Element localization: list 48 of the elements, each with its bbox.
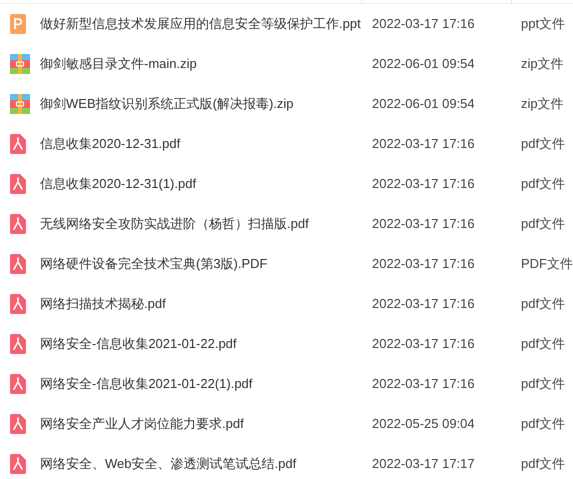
pdf-file-icon xyxy=(10,294,26,314)
modified-date: 2022-03-17 17:16 xyxy=(372,255,476,274)
file-type: zip文件 xyxy=(521,95,564,114)
modified-date: 2022-06-01 09:54 xyxy=(372,55,476,74)
pdf-file-icon xyxy=(10,454,26,474)
presentation-file-icon xyxy=(10,14,26,34)
pdf-file-icon xyxy=(10,334,26,354)
modified-date: 2022-03-17 17:16 xyxy=(372,15,476,34)
file-name: 信息收集2020-12-31(1).pdf xyxy=(40,175,198,194)
file-name: 网络硬件设备完全技术宝典(第3版).PDF xyxy=(40,255,268,274)
file-type: pdf文件 xyxy=(521,215,566,234)
file-name: 网络安全-信息收集2021-01-22.pdf xyxy=(40,335,238,354)
file-type: pdf文件 xyxy=(521,335,566,354)
file-name: 做好新型信息技术发展应用的信息安全等级保护工作.ppt xyxy=(40,15,362,34)
file-name: 网络安全产业人才岗位能力要求.pdf xyxy=(40,415,245,434)
file-type: PDF文件 xyxy=(521,255,573,274)
modified-date: 2022-06-01 09:54 xyxy=(372,95,476,114)
file-name: 御剑敏感目录文件-main.zip xyxy=(40,55,198,74)
modified-date: 2022-03-17 17:16 xyxy=(372,335,476,354)
modified-date: 2022-03-17 17:16 xyxy=(372,215,476,234)
file-type: pdf文件 xyxy=(521,135,566,154)
file-type: pdf文件 xyxy=(521,175,566,194)
modified-date: 2022-05-25 09:04 xyxy=(372,415,476,434)
modified-date: 2022-03-17 17:16 xyxy=(372,135,476,154)
file-name: 信息收集2020-12-31.pdf xyxy=(40,135,182,154)
file-type: ppt文件 xyxy=(521,15,566,34)
file-name: 网络安全、Web安全、渗透测试笔试总结.pdf xyxy=(40,455,298,474)
file-name: 网络扫描技术揭秘.pdf xyxy=(40,295,167,314)
file-type: pdf文件 xyxy=(521,455,566,474)
archive-file-icon xyxy=(10,54,30,74)
modified-date: 2022-03-17 17:16 xyxy=(372,375,476,394)
file-type: pdf文件 xyxy=(521,375,566,394)
pdf-file-icon xyxy=(10,174,26,194)
file-name: 网络安全-信息收集2021-01-22(1).pdf xyxy=(40,375,254,394)
file-type: zip文件 xyxy=(521,55,564,74)
pdf-file-icon xyxy=(10,214,26,234)
pdf-file-icon xyxy=(10,134,26,154)
file-name: 无线网络安全攻防实战进阶（杨哲）扫描版.pdf xyxy=(40,215,310,234)
file-type: pdf文件 xyxy=(521,415,566,434)
pdf-file-icon xyxy=(10,254,26,274)
pdf-file-icon xyxy=(10,374,26,394)
modified-date: 2022-03-17 17:17 xyxy=(372,455,476,474)
modified-date: 2022-03-17 17:16 xyxy=(372,295,476,314)
file-type: pdf文件 xyxy=(521,295,566,314)
pdf-file-icon xyxy=(10,414,26,434)
modified-date: 2022-03-17 17:16 xyxy=(372,175,476,194)
archive-file-icon xyxy=(10,94,30,114)
file-name: 御剑WEB指纹识别系统正式版(解决报毒).zip xyxy=(40,95,294,114)
